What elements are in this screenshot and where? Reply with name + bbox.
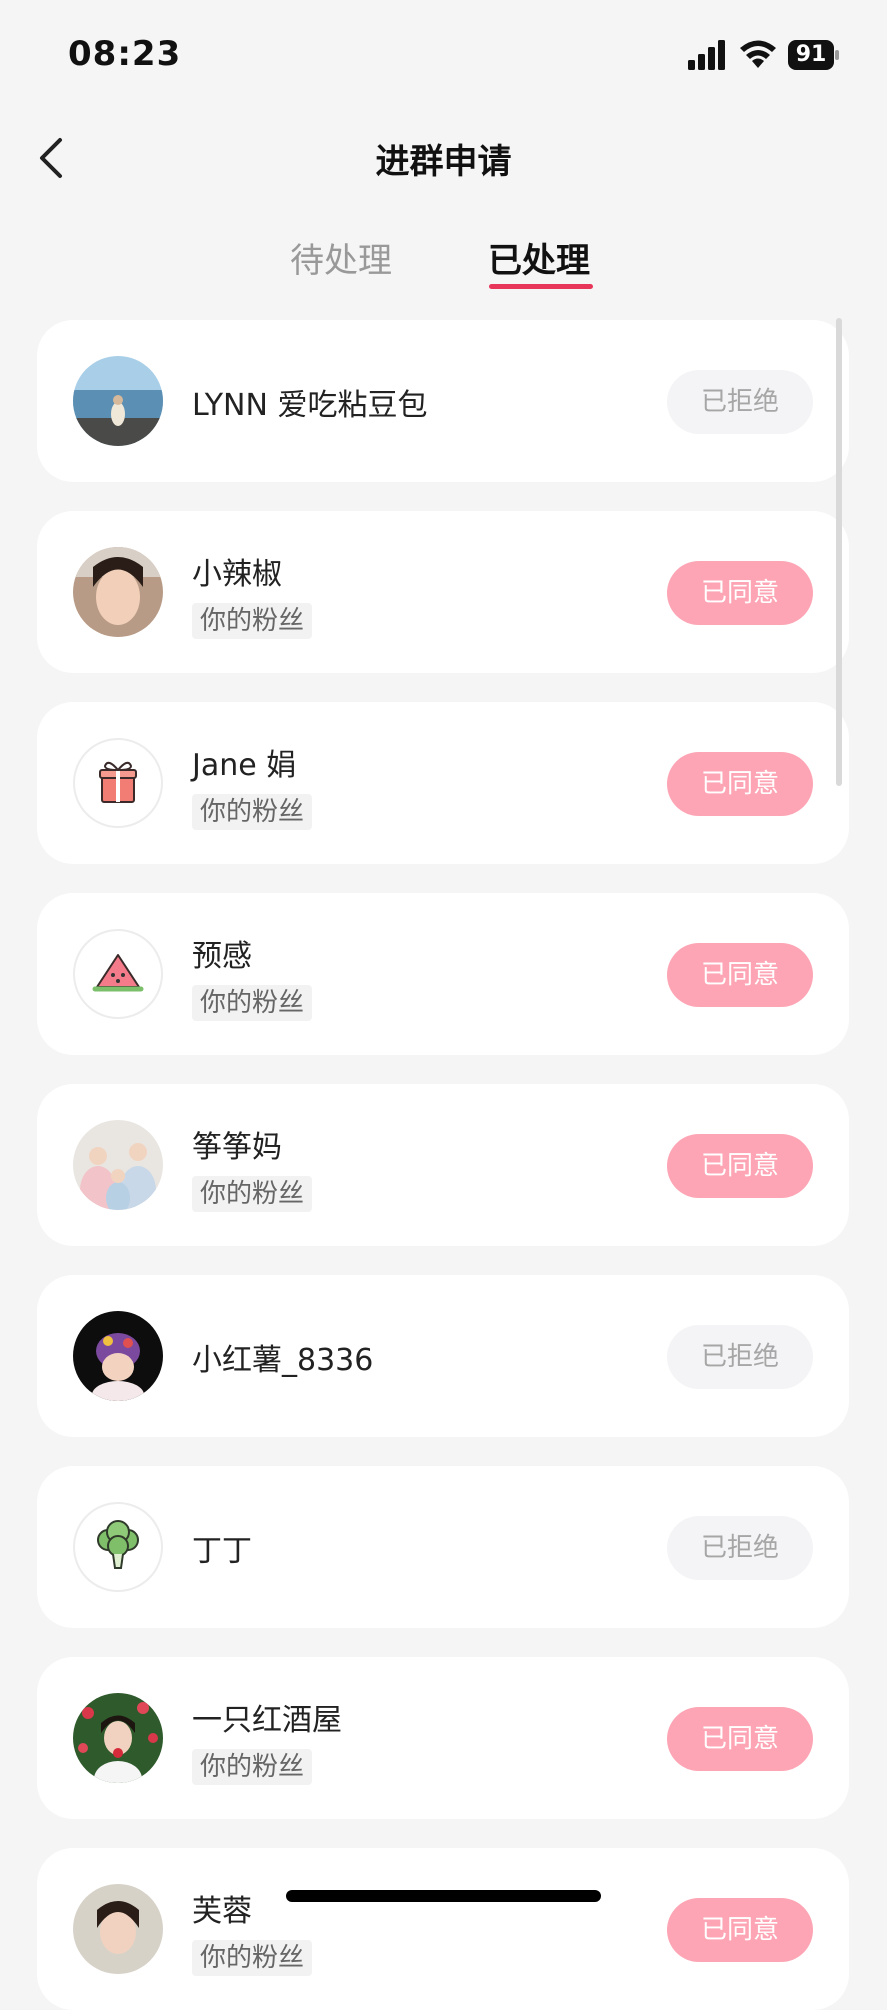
avatar[interactable] [73,1311,163,1401]
battery-level: 91 [795,42,827,67]
request-card: 小辣椒 你的粉丝 已同意 [37,511,849,673]
battery-icon: 91 [788,40,840,70]
fan-tag: 你的粉丝 [192,1940,313,1976]
applicant-name: 筝筝妈 [192,1130,282,1165]
fan-tag: 你的粉丝 [192,1176,313,1212]
applicant-name: 芙蓉 [192,1894,252,1929]
avatar[interactable] [73,547,163,637]
avatar[interactable] [73,1502,163,1592]
avatar[interactable] [73,1120,163,1210]
tab-pending[interactable]: 待处理 [290,233,392,282]
fan-tag: 你的粉丝 [192,794,313,830]
status-rejected-button[interactable]: 已拒绝 [667,370,813,434]
applicant-name: 小红薯_8336 [192,1343,374,1378]
avatar[interactable] [73,356,163,446]
navigation-bar: 进群申请 [0,110,887,205]
wifi-icon [740,40,776,68]
applicant-name: LYNN 爱吃粘豆包 [192,388,428,423]
tab-processed[interactable]: 已处理 [488,233,590,282]
fan-tag: 你的粉丝 [192,603,313,639]
fan-tag: 你的粉丝 [192,1749,313,1785]
applicant-name: 小辣椒 [192,557,282,592]
applicant-name: 预感 [192,939,252,974]
avatar[interactable] [73,738,163,828]
broccoli-icon [97,1520,139,1569]
gift-icon [99,761,137,803]
applicant-name: 丁丁 [192,1534,252,1569]
cellular-signal-icon [688,40,725,70]
avatar[interactable] [73,1884,163,1974]
request-card: LYNN 爱吃粘豆包 已拒绝 [37,320,849,482]
tab-bar: 待处理 已处理 [0,225,887,295]
applicant-name: Jane 娟 [192,748,297,783]
request-card: Jane 娟 你的粉丝 已同意 [37,702,849,864]
status-agreed-button[interactable]: 已同意 [667,1898,813,1962]
watermelon-icon [92,954,144,992]
status-agreed-button[interactable]: 已同意 [667,1134,813,1198]
status-bar: 08:23 91 [0,0,887,110]
page-title: 进群申请 [375,142,512,182]
request-card: 芙蓉 你的粉丝 已同意 [37,1848,849,2010]
request-card: 丁丁 已拒绝 [37,1466,849,1628]
scrollbar[interactable] [836,318,842,786]
status-agreed-button[interactable]: 已同意 [667,943,813,1007]
status-time: 08:23 [68,34,182,74]
request-card: 筝筝妈 你的粉丝 已同意 [37,1084,849,1246]
request-card: 一只红酒屋 你的粉丝 已同意 [37,1657,849,1819]
applicant-name: 一只红酒屋 [192,1703,342,1738]
request-card: 预感 你的粉丝 已同意 [37,893,849,1055]
request-card: 小红薯_8336 已拒绝 [37,1275,849,1437]
avatar[interactable] [73,1693,163,1783]
active-tab-indicator [489,284,593,289]
avatar[interactable] [73,929,163,1019]
status-agreed-button[interactable]: 已同意 [667,1707,813,1771]
status-rejected-button[interactable]: 已拒绝 [667,1516,813,1580]
fan-tag: 你的粉丝 [192,985,313,1021]
status-rejected-button[interactable]: 已拒绝 [667,1325,813,1389]
status-agreed-button[interactable]: 已同意 [667,752,813,816]
home-indicator [286,1890,601,1902]
status-agreed-button[interactable]: 已同意 [667,561,813,625]
